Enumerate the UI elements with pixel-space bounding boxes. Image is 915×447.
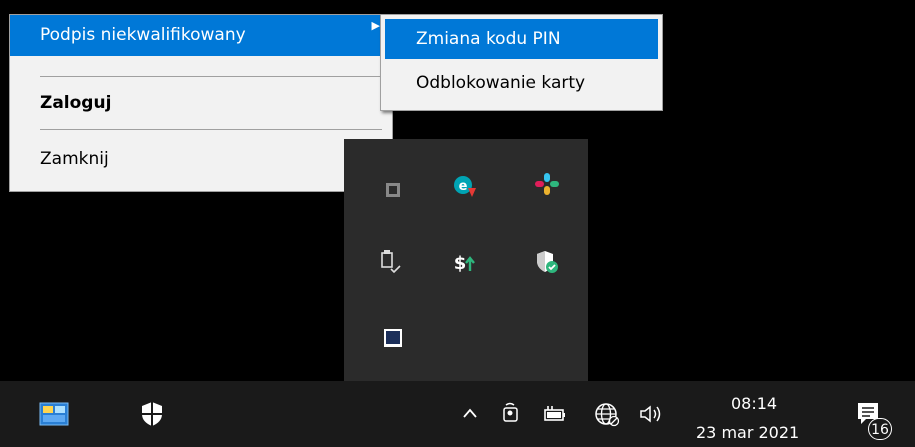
tray-overflow-panel: e $ (344, 139, 588, 382)
menu-item-label: Zamknij (40, 149, 109, 169)
menu-separator (40, 129, 382, 130)
sync-update-icon[interactable]: $ (451, 249, 477, 275)
show-hidden-icons-chevron[interactable] (460, 403, 480, 423)
security-taskbar-icon[interactable] (138, 399, 166, 429)
submenu-item-zmiana-kodu-pin[interactable]: Zmiana kodu PIN (385, 19, 658, 59)
menu-item-label: Podpis niekwalifikowany (40, 25, 246, 45)
taskbar: 08:14 23 mar 2021 16 (0, 381, 915, 447)
submenu: Zmiana kodu PIN Odblokowanie karty (380, 14, 663, 111)
clock-time[interactable]: 08:14 (731, 394, 777, 413)
smartcard-reader-icon[interactable] (380, 325, 406, 351)
submenu-item-label: Zmiana kodu PIN (416, 29, 561, 49)
menu-item-label: Zaloguj (40, 93, 112, 113)
svg-text:e: e (459, 179, 468, 194)
meeting-icon[interactable] (499, 401, 525, 427)
submenu-item-label: Odblokowanie karty (416, 73, 586, 93)
svg-text:$: $ (454, 253, 467, 274)
clock-date[interactable]: 23 mar 2021 (696, 423, 799, 442)
notification-count-badge: 16 (868, 418, 892, 440)
security-shield-check-icon[interactable] (534, 249, 560, 275)
volume-icon[interactable] (636, 401, 666, 427)
submenu-item-odblokowanie-karty[interactable]: Odblokowanie karty (381, 73, 662, 99)
battery-power-icon[interactable] (541, 401, 569, 427)
slack-icon[interactable] (534, 171, 560, 197)
context-menu: Podpis niekwalifikowany ▶ Zaloguj Zamkni… (9, 14, 393, 192)
menu-item-podpis-niekwalifikowany[interactable]: Podpis niekwalifikowany ▶ (10, 15, 392, 56)
usb-safely-remove-icon[interactable] (376, 249, 402, 275)
menu-separator (40, 76, 382, 77)
menu-item-zaloguj[interactable]: Zaloguj (10, 93, 392, 119)
app-taskbar-icon[interactable] (38, 401, 70, 427)
network-icon[interactable] (592, 400, 622, 428)
menu-item-zamknij[interactable]: Zamknij (10, 149, 392, 175)
eset-warning-icon[interactable]: e (452, 173, 478, 199)
submenu-arrow-icon: ▶ (371, 19, 380, 32)
partial-app-icon[interactable] (380, 177, 406, 203)
action-center-icon[interactable]: 16 (854, 397, 898, 441)
